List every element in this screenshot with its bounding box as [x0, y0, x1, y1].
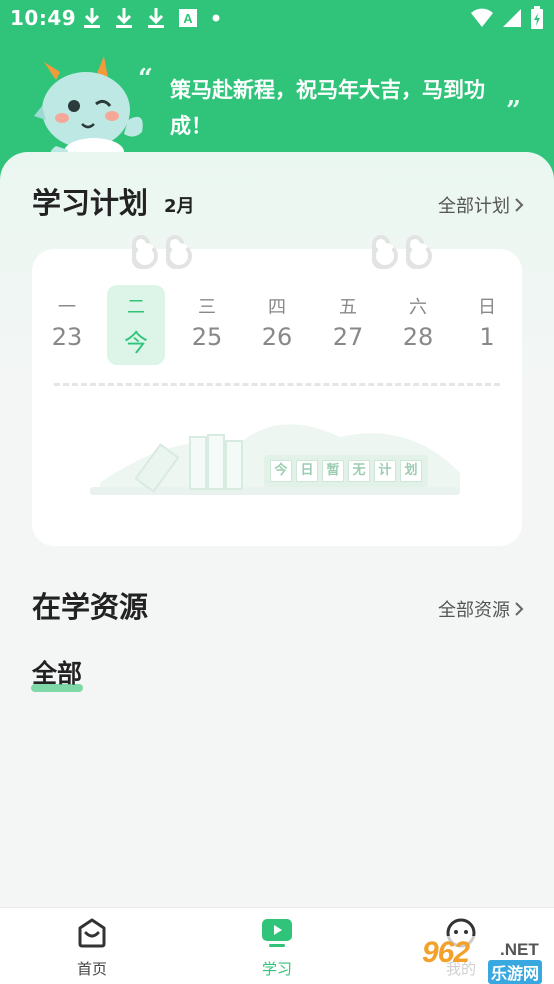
- day-cell[interactable]: 四 26: [248, 285, 306, 365]
- plan-month: 2月: [164, 196, 195, 217]
- day-date: 25: [191, 323, 223, 351]
- status-system-icons: [470, 6, 544, 30]
- day-date: 1: [479, 323, 495, 351]
- day-cell[interactable]: 日 1: [458, 285, 516, 365]
- binder-ring: [406, 235, 432, 269]
- empty-char: 暂: [322, 460, 344, 482]
- nav-study-label: 学习: [261, 960, 292, 978]
- empty-char: 无: [348, 460, 370, 482]
- day-weekday: 四: [268, 297, 286, 318]
- empty-char: 今: [270, 460, 292, 482]
- day-cell[interactable]: 六 28: [389, 285, 447, 365]
- quote-close: ”: [506, 96, 521, 126]
- resources-section-title: 在学资源: [32, 590, 149, 624]
- week-row: 一 23 二 今 三 25 四 26 五 27 六 28 日 1: [32, 285, 522, 365]
- day-date: 27: [332, 323, 364, 351]
- battery-icon: [531, 6, 543, 29]
- nav-home[interactable]: 首页: [47, 916, 137, 979]
- calendar-card: 一 23 二 今 三 25 四 26 五 27 六 28 日 1 今 日 暂 无…: [32, 235, 522, 546]
- watermark-net: .NET: [500, 940, 539, 959]
- nav-home-label: 首页: [76, 960, 107, 978]
- day-cell-today[interactable]: 二 今: [107, 285, 165, 365]
- dashed-divider: [54, 383, 500, 386]
- all-plans-label: 全部计划: [438, 196, 510, 217]
- day-date: 28: [402, 323, 434, 351]
- tab-all[interactable]: 全部: [32, 654, 82, 690]
- watermark-number: 962: [422, 936, 470, 969]
- binder-ring: [372, 235, 398, 269]
- all-plans-link[interactable]: 全部计划: [438, 192, 524, 218]
- all-resources-link[interactable]: 全部资源: [438, 596, 524, 622]
- status-time: 10:49: [10, 6, 77, 30]
- dragon-mascot-icon: [34, 56, 143, 164]
- all-resources-label: 全部资源: [438, 600, 510, 621]
- chevron-right-icon: [515, 602, 524, 616]
- day-weekday: 日: [478, 297, 496, 318]
- binder-ring: [166, 235, 192, 269]
- download-icon: [116, 8, 132, 28]
- play-icon: [262, 919, 292, 947]
- home-icon: [78, 918, 106, 948]
- day-weekday: 二: [127, 297, 145, 318]
- day-weekday: 一: [58, 297, 76, 318]
- quote-open: “: [138, 64, 153, 94]
- day-weekday: 三: [198, 297, 216, 318]
- day-weekday: 五: [339, 297, 357, 318]
- nav-study[interactable]: 学习: [232, 916, 322, 979]
- status-notifications: A: [82, 6, 222, 30]
- binder-ring: [132, 235, 158, 269]
- wifi-icon: [471, 8, 493, 27]
- day-weekday: 六: [409, 297, 427, 318]
- empty-char: 划: [400, 460, 422, 482]
- day-cell[interactable]: 三 25: [178, 285, 236, 365]
- download-icon: [148, 8, 164, 28]
- banner-slogan: 策马赴新程，祝马年大吉，马到功成！: [170, 78, 485, 138]
- a-icon: A: [179, 9, 197, 27]
- empty-plan-label: 今 日 暂 无 计 划: [264, 455, 428, 487]
- signal-icon: [503, 9, 521, 27]
- empty-char: 计: [374, 460, 396, 482]
- chevron-right-icon: [515, 198, 524, 212]
- svg-text:A: A: [183, 11, 193, 26]
- plan-section-title: 学习计划: [32, 186, 149, 220]
- status-bar: 10:49 A: [0, 0, 554, 36]
- day-date: 26: [261, 323, 293, 351]
- day-date: 今: [124, 329, 148, 357]
- day-cell[interactable]: 一 23: [38, 285, 96, 365]
- watermark-logo: 962 .NET 乐游网: [416, 936, 550, 984]
- empty-char: 日: [296, 460, 318, 482]
- dot-icon: [212, 14, 220, 22]
- day-date: 23: [51, 323, 83, 351]
- day-cell[interactable]: 五 27: [319, 285, 377, 365]
- watermark-site: 乐游网: [488, 960, 543, 984]
- download-icon: [84, 8, 100, 28]
